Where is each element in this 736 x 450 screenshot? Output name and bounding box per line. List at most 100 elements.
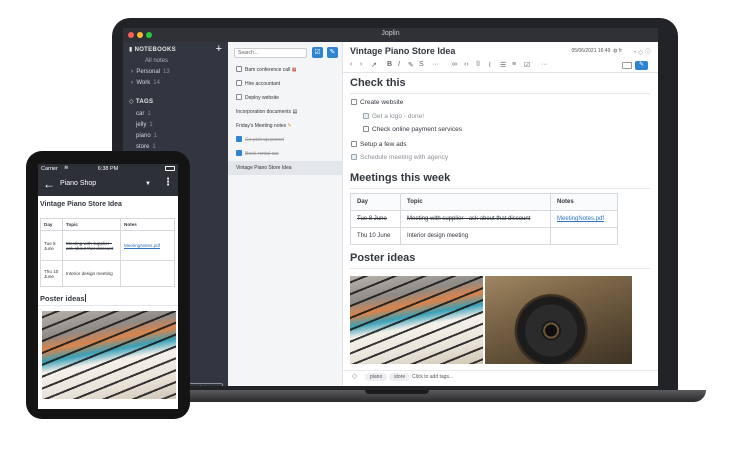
document-icon: ▤ bbox=[292, 109, 298, 115]
piano-image[interactable] bbox=[42, 311, 176, 399]
table-header: Topic bbox=[400, 193, 551, 211]
sidebar-item-work[interactable]: › Work 14 bbox=[131, 78, 160, 88]
sidebar-tag-piano[interactable]: piano 1 bbox=[136, 131, 157, 141]
note-editor: Vintage Piano Store Idea 05/06/2021 16:4… bbox=[343, 42, 658, 386]
table-row: Thu 10 June Interior design meeting bbox=[350, 227, 618, 245]
meeting-notes-link[interactable]: MeetingNotes.pdf bbox=[557, 216, 604, 222]
task-checkbox[interactable] bbox=[351, 99, 357, 105]
heading-rule bbox=[38, 305, 178, 306]
note-list-item[interactable]: Book rental car bbox=[228, 147, 343, 161]
table-header: Day bbox=[350, 193, 401, 211]
task-checkbox[interactable] bbox=[363, 126, 369, 132]
info-icon[interactable]: ⓘ bbox=[645, 50, 653, 56]
task-checkbox-checked[interactable] bbox=[351, 154, 357, 160]
note-date[interactable]: 05/06/2021 16:49 ◍ fr bbox=[571, 48, 622, 54]
table-header: Notes bbox=[550, 193, 618, 211]
heading-meetings: Meetings this week bbox=[350, 172, 451, 184]
desktop-screen: Joplin ▮ NOTEBOOKS + All notes › Persona… bbox=[123, 28, 658, 386]
task-item[interactable]: Setup a few ads bbox=[351, 141, 407, 148]
more-icon[interactable]: ··· bbox=[432, 61, 439, 68]
task-item[interactable]: Check online payment services bbox=[363, 126, 462, 133]
note-list-item-selected[interactable]: Vintage Piano Store Idea bbox=[228, 161, 343, 175]
task-item[interactable]: Create website bbox=[351, 99, 403, 106]
window-title: Joplin bbox=[381, 30, 400, 37]
note-list-item[interactable]: Incorporation documents ▤ bbox=[228, 105, 343, 119]
new-note-button[interactable]: ✎ bbox=[327, 47, 338, 58]
meeting-notes-link[interactable]: MeetingNotes.pdf bbox=[124, 243, 160, 248]
back-arrow-icon[interactable]: ← bbox=[43, 177, 55, 191]
meetings-table: Day Topic Notes Tue 8 June Meeting with … bbox=[350, 193, 618, 245]
more-vertical-icon[interactable]: ⋮ bbox=[163, 177, 173, 188]
search-input[interactable]: Search... bbox=[234, 48, 307, 58]
note-list-item[interactable]: Deploy website bbox=[228, 91, 343, 105]
new-todo-button[interactable]: ☑ bbox=[312, 47, 323, 58]
editor-toolbar: ‹ › ↗ B I ✎ S ··· ∞ ‹› ⌷ ⌇ ☰ ≡ ☑ ··· ✎ bbox=[343, 59, 658, 73]
forward-icon[interactable]: › bbox=[360, 61, 362, 68]
chevron-right-icon[interactable]: › bbox=[131, 69, 133, 75]
heading-poster-ideas: Poster ideas bbox=[350, 252, 416, 264]
task-item[interactable]: Schedule meeting with agency bbox=[351, 154, 448, 161]
markdown-editor-toggle[interactable]: ✎ bbox=[635, 61, 648, 70]
notepad-icon: ✎ bbox=[287, 123, 292, 129]
toggle-editors-icon[interactable] bbox=[622, 62, 632, 69]
back-icon[interactable]: ‹ bbox=[350, 61, 352, 68]
external-edit-icon[interactable]: ↗ bbox=[371, 61, 377, 69]
task-checkbox[interactable] bbox=[351, 141, 357, 147]
tag-bar-divider bbox=[343, 370, 658, 371]
mobile-meetings-table: Day Topic Notes Tue 8 June Meeting with … bbox=[40, 218, 175, 287]
attach-icon[interactable]: ⌇ bbox=[488, 61, 491, 69]
tags-header[interactable]: ◇ TAGS bbox=[129, 97, 153, 107]
tag-icon[interactable]: ◇ bbox=[638, 50, 645, 56]
note-list-item[interactable]: Hire accountant bbox=[228, 77, 343, 91]
highlight-icon[interactable]: ✎ bbox=[408, 61, 414, 69]
code-block-icon[interactable]: ⌷ bbox=[476, 61, 480, 69]
more-icon[interactable]: ··· bbox=[541, 61, 548, 68]
piano-image[interactable] bbox=[350, 276, 483, 364]
note-tag[interactable]: store bbox=[389, 373, 411, 381]
strikethrough-icon[interactable]: S bbox=[419, 61, 424, 68]
sidebar-tag-jelly[interactable]: jelly 1 bbox=[136, 120, 153, 130]
italic-icon[interactable]: I bbox=[398, 61, 400, 68]
todo-checkbox[interactable] bbox=[236, 66, 242, 72]
heading-check-this: Check this bbox=[350, 77, 406, 89]
globe-icon: ◍ bbox=[613, 48, 618, 54]
note-title[interactable]: Vintage Piano Store Idea bbox=[350, 46, 455, 56]
calendar-icon: ▦ bbox=[291, 67, 297, 73]
heading-rule bbox=[350, 268, 650, 269]
heading-rule bbox=[350, 93, 650, 94]
note-list-item[interactable]: Friday's Meeting notes ✎ bbox=[228, 119, 343, 133]
mobile-header: ← Piano Shop ▼ ⋮ bbox=[38, 174, 178, 196]
todo-checkbox-checked[interactable] bbox=[236, 150, 242, 156]
heading-rule bbox=[350, 188, 650, 189]
todo-checkbox[interactable] bbox=[236, 94, 242, 100]
status-bar: Carrier ≋ 6:38 PM bbox=[38, 164, 178, 174]
link-icon[interactable]: ∞ bbox=[452, 61, 457, 68]
task-checkbox-checked[interactable] bbox=[363, 113, 369, 119]
todo-checkbox-checked[interactable] bbox=[236, 136, 242, 142]
add-notebook-button[interactable]: + bbox=[216, 44, 222, 55]
checklist-icon[interactable]: ☑ bbox=[524, 61, 530, 69]
bullet-list-icon[interactable]: ☰ bbox=[500, 61, 506, 69]
sidebar-item-all-notes[interactable]: All notes bbox=[145, 56, 168, 66]
task-item[interactable]: Get a logo - done! bbox=[363, 113, 424, 120]
text-cursor bbox=[84, 294, 86, 302]
notebooks-header[interactable]: ▮ NOTEBOOKS bbox=[129, 45, 176, 55]
add-tags-link[interactable]: Click to add tags... bbox=[412, 374, 453, 380]
table-row: Tue 8 June Meeting with supplier - ask a… bbox=[40, 230, 175, 261]
dropdown-icon[interactable]: ▼ bbox=[145, 181, 151, 187]
note-list-item[interactable]: Go pick up parcel bbox=[228, 133, 343, 147]
bold-icon[interactable]: B bbox=[387, 61, 392, 68]
sidebar-tag-car[interactable]: car 1 bbox=[136, 109, 151, 119]
mobile-heading-poster[interactable]: Poster ideas bbox=[40, 294, 86, 303]
numbered-list-icon[interactable]: ≡ bbox=[512, 61, 516, 68]
code-icon[interactable]: ‹› bbox=[464, 61, 469, 68]
table-row: Tue 8 June Meeting with supplier - ask a… bbox=[350, 210, 618, 228]
battery-icon bbox=[165, 166, 175, 171]
sidebar-item-personal[interactable]: › Personal 13 bbox=[131, 67, 170, 77]
chevron-right-icon[interactable]: › bbox=[131, 80, 133, 86]
notebook-title: Piano Shop bbox=[60, 180, 97, 187]
todo-checkbox[interactable] bbox=[236, 80, 242, 86]
note-list-item[interactable]: Bam conference call ▦ bbox=[228, 63, 343, 77]
record-player-image[interactable] bbox=[485, 276, 632, 364]
note-tag[interactable]: piano bbox=[365, 373, 388, 381]
